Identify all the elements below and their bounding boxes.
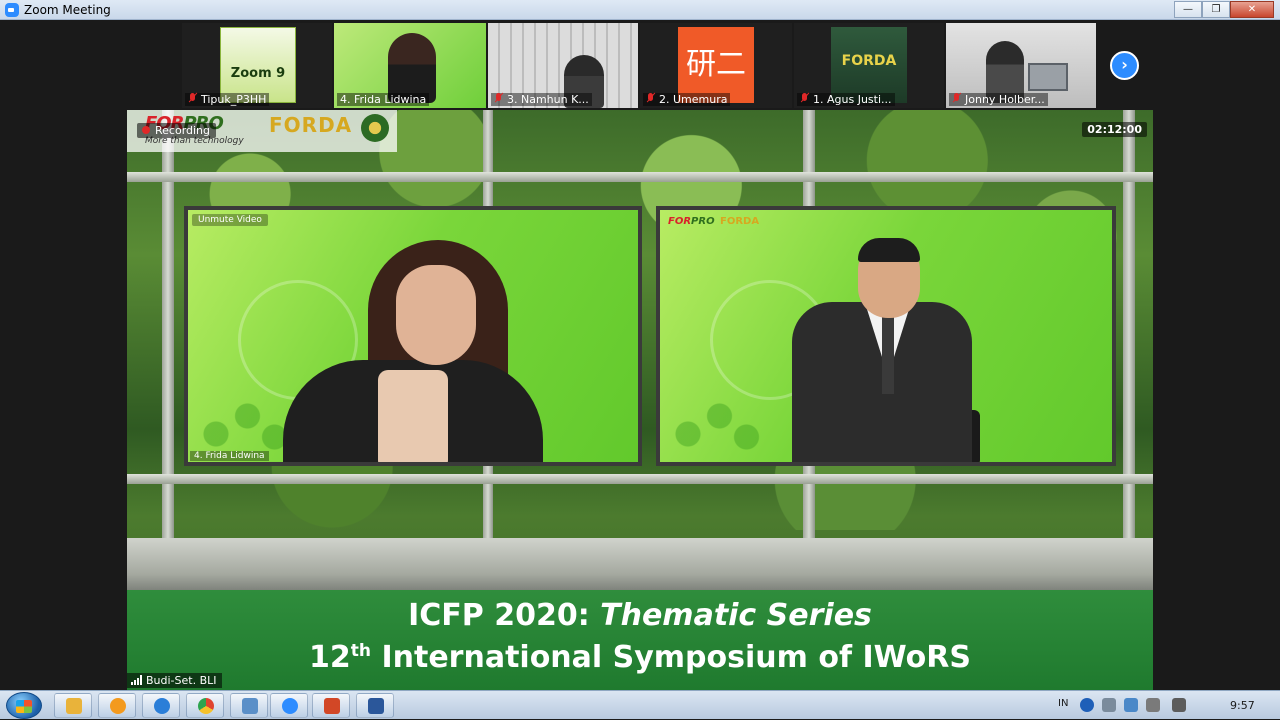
taskbar-app-zoom[interactable] <box>270 693 308 718</box>
meeting-timer: 02:12:00 <box>1082 122 1147 137</box>
language-indicator[interactable]: IN <box>1058 698 1068 709</box>
presenter-figure <box>378 370 448 462</box>
participant-name: 3. Namhun K... <box>491 93 592 106</box>
zoom-meeting-area: Zoom 9 Tipuk_P3HH 4. Frida Lidwina 3. Na… <box>0 20 1280 690</box>
window-controls: — ❐ ✕ <box>1174 1 1274 18</box>
help-icon[interactable] <box>1080 698 1094 712</box>
unmute-video-label: Unmute Video <box>192 214 268 226</box>
zoom-app-icon <box>5 3 19 17</box>
action-center-flag-icon[interactable] <box>1172 698 1186 712</box>
taskbar-app-media-player[interactable] <box>98 693 136 718</box>
keyboard-icon[interactable] <box>1124 698 1138 712</box>
taskbar-app-word[interactable] <box>356 693 394 718</box>
panel-name-caption: 4. Frida Lidwina <box>190 451 269 461</box>
next-page-button[interactable]: › <box>1110 51 1139 80</box>
windows-taskbar: IN 9:57 <box>0 690 1280 719</box>
start-button[interactable] <box>6 692 42 719</box>
banner-line-1: ICFP 2020: Thematic Series <box>408 598 872 633</box>
active-speaker-video: FORPRO More than technology FORDA Record… <box>127 110 1153 690</box>
mic-muted-icon <box>188 93 197 103</box>
decorative-hexagons <box>198 392 288 452</box>
participant-name: Jonny Holber... <box>949 93 1048 106</box>
windows-logo-icon <box>16 700 32 713</box>
network-app-icon <box>242 698 258 714</box>
studio-rail <box>127 474 1153 484</box>
presenter-figure <box>882 314 894 394</box>
speaker-panel-left: Unmute Video 4. Frida Lidwina <box>184 206 642 466</box>
word-icon <box>368 698 384 714</box>
event-poster: Zoom 9 <box>220 27 296 103</box>
presenter-figure <box>396 265 476 365</box>
signal-strength-icon <box>131 675 143 685</box>
participant-name: Tipuk_P3HH <box>185 93 270 106</box>
chevron-right-icon: › <box>1121 55 1128 74</box>
powerpoint-icon <box>324 698 340 714</box>
participant-thumbnail[interactable]: 4. Frida Lidwina <box>334 23 486 108</box>
laptop-prop <box>1028 63 1068 91</box>
chrome-icon <box>198 698 214 714</box>
forda-logo: FORDA <box>269 113 353 137</box>
participant-thumbnail[interactable]: Zoom 9 Tipuk_P3HH <box>182 23 332 108</box>
window-titlebar: Zoom Meeting — ❐ ✕ <box>0 0 1280 20</box>
studio-floor <box>127 538 1153 598</box>
forpro-logo: FORPRO <box>668 216 715 227</box>
close-button[interactable]: ✕ <box>1230 1 1274 18</box>
participant-name: 2. Umemura <box>643 93 731 106</box>
taskbar-app-network[interactable] <box>230 693 268 718</box>
participant-thumbnail[interactable]: Jonny Holber... <box>946 23 1096 108</box>
presenter-figure <box>858 238 920 262</box>
media-player-icon <box>110 698 126 714</box>
window-title: Zoom Meeting <box>24 3 111 17</box>
event-title-banner: ICFP 2020: Thematic Series 12th Internat… <box>127 590 1153 690</box>
participant-thumbnail[interactable]: 3. Namhun K... <box>488 23 638 108</box>
speaker-panel-right: FORPRO FORDA <box>656 206 1116 466</box>
forda-logo: FORDA <box>831 27 907 103</box>
mic-muted-icon <box>952 93 961 103</box>
poster-room-label: Zoom 9 <box>230 66 286 81</box>
mic-muted-icon <box>800 93 809 103</box>
system-clock[interactable]: 9:57 <box>1230 699 1255 712</box>
taskbar-app-file-explorer[interactable] <box>54 693 92 718</box>
mic-muted-icon <box>646 93 655 103</box>
active-speaker-name: Budi-Set. BLI <box>127 673 222 688</box>
taskbar-app-powerpoint[interactable] <box>312 693 350 718</box>
maximize-button[interactable]: ❐ <box>1202 1 1230 18</box>
device-icon[interactable] <box>1146 698 1160 712</box>
studio-rail <box>127 172 1153 182</box>
mic-muted-icon <box>494 93 503 103</box>
participant-avatar: 研二 <box>678 27 754 103</box>
participant-thumbnail[interactable]: 研二 2. Umemura <box>640 23 792 108</box>
forda-logo: FORDA <box>720 216 760 227</box>
folder-icon <box>66 698 82 714</box>
banner-line-2: 12th International Symposium of IWoRS <box>309 640 971 675</box>
taskbar-app-chrome[interactable] <box>186 693 224 718</box>
internet-explorer-icon <box>154 698 170 714</box>
system-tray: IN 9:57 <box>1050 691 1280 720</box>
participant-name: 4. Frida Lidwina <box>337 93 430 106</box>
minimize-button[interactable]: — <box>1174 1 1202 18</box>
ministry-seal-icon <box>361 114 389 142</box>
participant-thumbnail[interactable]: FORDA 1. Agus Justi... <box>794 23 944 108</box>
participant-name: 1. Agus Justi... <box>797 93 895 106</box>
decorative-hexagons <box>670 392 760 452</box>
taskbar-app-internet-explorer[interactable] <box>142 693 180 718</box>
network-icon[interactable] <box>1102 698 1116 712</box>
recording-indicator[interactable]: Recording <box>137 123 217 138</box>
zoom-icon <box>282 698 298 714</box>
